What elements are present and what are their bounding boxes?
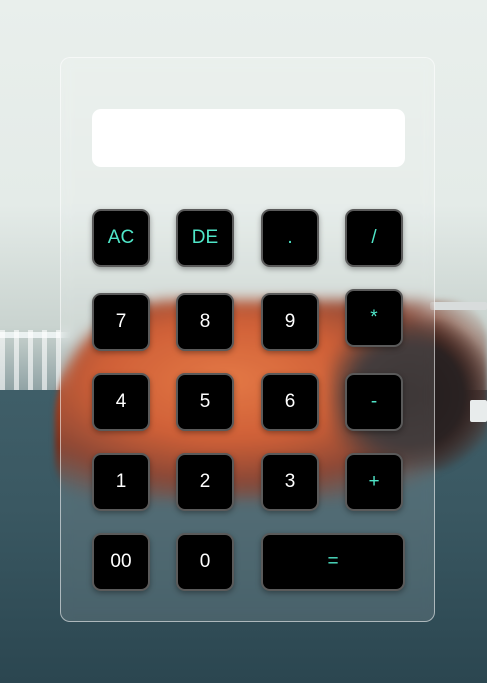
add-button[interactable]: + bbox=[345, 453, 403, 511]
multiply-button[interactable]: * bbox=[345, 289, 403, 347]
subtract-button[interactable]: - bbox=[345, 373, 403, 431]
delete-button[interactable]: DE bbox=[176, 209, 234, 267]
calculator-display[interactable] bbox=[92, 109, 405, 167]
double-zero-button[interactable]: 00 bbox=[92, 533, 150, 591]
digit-1-button[interactable]: 1 bbox=[92, 453, 150, 511]
background-license-plate bbox=[470, 400, 487, 422]
digit-6-button[interactable]: 6 bbox=[261, 373, 319, 431]
divide-button[interactable]: / bbox=[345, 209, 403, 267]
digit-9-button[interactable]: 9 bbox=[261, 293, 319, 351]
background-car-spoiler bbox=[430, 302, 487, 310]
digit-8-button[interactable]: 8 bbox=[176, 293, 234, 351]
digit-3-button[interactable]: 3 bbox=[261, 453, 319, 511]
calculator-panel: AC DE . / 7 8 9 * 4 5 6 - 1 2 3 + 00 0 = bbox=[60, 57, 435, 622]
digit-4-button[interactable]: 4 bbox=[92, 373, 150, 431]
clear-button[interactable]: AC bbox=[92, 209, 150, 267]
decimal-point-button[interactable]: . bbox=[261, 209, 319, 267]
digit-5-button[interactable]: 5 bbox=[176, 373, 234, 431]
equals-button[interactable]: = bbox=[261, 533, 405, 591]
digit-7-button[interactable]: 7 bbox=[92, 293, 150, 351]
digit-0-button[interactable]: 0 bbox=[176, 533, 234, 591]
digit-2-button[interactable]: 2 bbox=[176, 453, 234, 511]
app-window: AC DE . / 7 8 9 * 4 5 6 - 1 2 3 + 00 0 = bbox=[0, 0, 487, 683]
